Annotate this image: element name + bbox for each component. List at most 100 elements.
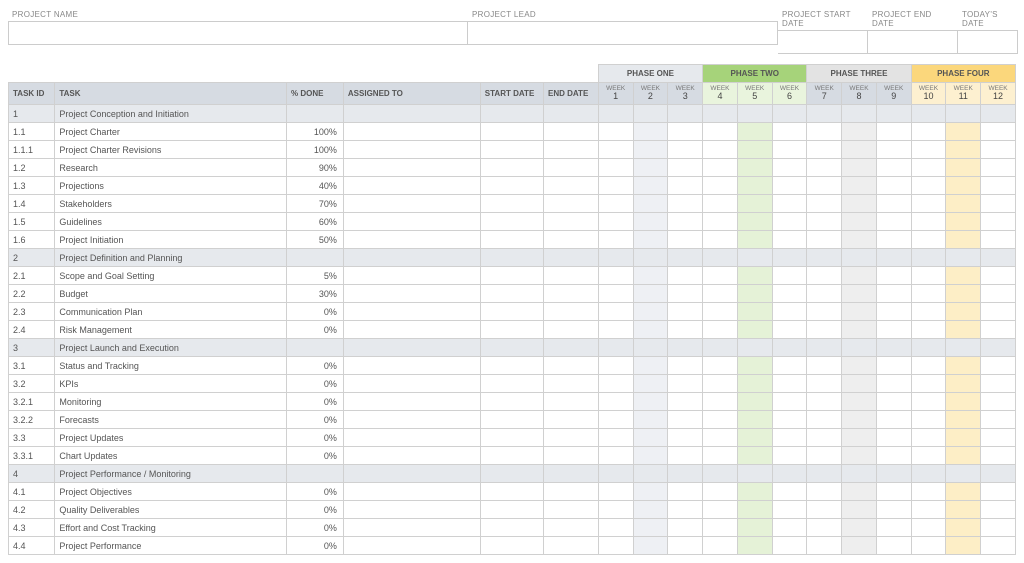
cell-week-7[interactable] bbox=[807, 285, 842, 303]
cell-week-1[interactable] bbox=[598, 483, 633, 501]
cell-start[interactable] bbox=[480, 195, 543, 213]
cell-week-10[interactable] bbox=[911, 411, 946, 429]
cell-week-8[interactable] bbox=[842, 447, 877, 465]
cell-week-4[interactable] bbox=[703, 285, 738, 303]
cell-assigned[interactable] bbox=[343, 375, 480, 393]
cell-week-12[interactable] bbox=[981, 519, 1016, 537]
cell-week-10[interactable] bbox=[911, 465, 946, 483]
cell-task-id[interactable]: 4.4 bbox=[9, 537, 55, 555]
cell-assigned[interactable] bbox=[343, 249, 480, 267]
cell-week-3[interactable] bbox=[668, 501, 703, 519]
cell-week-1[interactable] bbox=[598, 177, 633, 195]
cell-end[interactable] bbox=[543, 537, 598, 555]
cell-week-2[interactable] bbox=[633, 177, 668, 195]
cell-week-9[interactable] bbox=[876, 123, 911, 141]
cell-week-8[interactable] bbox=[842, 393, 877, 411]
cell-task-id[interactable]: 3.3.1 bbox=[9, 447, 55, 465]
cell-week-6[interactable] bbox=[772, 321, 807, 339]
cell-week-4[interactable] bbox=[703, 321, 738, 339]
cell-week-12[interactable] bbox=[981, 123, 1016, 141]
cell-week-10[interactable] bbox=[911, 195, 946, 213]
cell-week-11[interactable] bbox=[946, 447, 981, 465]
cell-week-9[interactable] bbox=[876, 213, 911, 231]
cell-week-2[interactable] bbox=[633, 447, 668, 465]
cell-week-4[interactable] bbox=[703, 483, 738, 501]
cell-week-11[interactable] bbox=[946, 375, 981, 393]
cell-week-2[interactable] bbox=[633, 303, 668, 321]
cell-task[interactable]: Effort and Cost Tracking bbox=[55, 519, 287, 537]
cell-week-6[interactable] bbox=[772, 339, 807, 357]
cell-week-5[interactable] bbox=[737, 303, 772, 321]
cell-week-3[interactable] bbox=[668, 429, 703, 447]
cell-week-1[interactable] bbox=[598, 519, 633, 537]
cell-week-9[interactable] bbox=[876, 339, 911, 357]
project-lead-input[interactable] bbox=[468, 21, 778, 45]
cell-start[interactable] bbox=[480, 303, 543, 321]
cell-week-8[interactable] bbox=[842, 357, 877, 375]
cell-start[interactable] bbox=[480, 249, 543, 267]
cell-task-id[interactable]: 1.5 bbox=[9, 213, 55, 231]
cell-week-5[interactable] bbox=[737, 159, 772, 177]
cell-end[interactable] bbox=[543, 105, 598, 123]
cell-week-3[interactable] bbox=[668, 357, 703, 375]
cell-week-1[interactable] bbox=[598, 429, 633, 447]
cell-week-11[interactable] bbox=[946, 357, 981, 375]
cell-week-7[interactable] bbox=[807, 465, 842, 483]
cell-start[interactable] bbox=[480, 465, 543, 483]
cell-week-10[interactable] bbox=[911, 303, 946, 321]
cell-week-7[interactable] bbox=[807, 483, 842, 501]
cell-start[interactable] bbox=[480, 357, 543, 375]
cell-week-3[interactable] bbox=[668, 249, 703, 267]
cell-start[interactable] bbox=[480, 321, 543, 339]
cell-week-12[interactable] bbox=[981, 321, 1016, 339]
cell-assigned[interactable] bbox=[343, 213, 480, 231]
cell-task[interactable]: Project Launch and Execution bbox=[55, 339, 287, 357]
cell-week-10[interactable] bbox=[911, 231, 946, 249]
cell-week-4[interactable] bbox=[703, 393, 738, 411]
cell-week-4[interactable] bbox=[703, 177, 738, 195]
cell-task[interactable]: Scope and Goal Setting bbox=[55, 267, 287, 285]
cell-pct-done[interactable]: 5% bbox=[287, 267, 344, 285]
cell-week-6[interactable] bbox=[772, 231, 807, 249]
cell-end[interactable] bbox=[543, 285, 598, 303]
cell-week-8[interactable] bbox=[842, 249, 877, 267]
cell-week-2[interactable] bbox=[633, 537, 668, 555]
cell-week-4[interactable] bbox=[703, 195, 738, 213]
cell-week-4[interactable] bbox=[703, 465, 738, 483]
cell-week-2[interactable] bbox=[633, 483, 668, 501]
cell-week-10[interactable] bbox=[911, 537, 946, 555]
cell-week-10[interactable] bbox=[911, 483, 946, 501]
cell-week-4[interactable] bbox=[703, 303, 738, 321]
cell-week-2[interactable] bbox=[633, 339, 668, 357]
cell-week-8[interactable] bbox=[842, 285, 877, 303]
cell-week-11[interactable] bbox=[946, 249, 981, 267]
cell-week-11[interactable] bbox=[946, 159, 981, 177]
cell-assigned[interactable] bbox=[343, 465, 480, 483]
cell-week-7[interactable] bbox=[807, 393, 842, 411]
cell-week-12[interactable] bbox=[981, 393, 1016, 411]
cell-task-id[interactable]: 4.2 bbox=[9, 501, 55, 519]
cell-task[interactable]: Project Objectives bbox=[55, 483, 287, 501]
cell-pct-done[interactable] bbox=[287, 339, 344, 357]
cell-week-6[interactable] bbox=[772, 411, 807, 429]
cell-end[interactable] bbox=[543, 141, 598, 159]
cell-week-1[interactable] bbox=[598, 213, 633, 231]
cell-pct-done[interactable] bbox=[287, 105, 344, 123]
cell-week-12[interactable] bbox=[981, 267, 1016, 285]
cell-task-id[interactable]: 2.3 bbox=[9, 303, 55, 321]
cell-start[interactable] bbox=[480, 177, 543, 195]
cell-week-4[interactable] bbox=[703, 519, 738, 537]
cell-start[interactable] bbox=[480, 339, 543, 357]
cell-week-9[interactable] bbox=[876, 537, 911, 555]
cell-week-12[interactable] bbox=[981, 285, 1016, 303]
cell-week-1[interactable] bbox=[598, 303, 633, 321]
cell-week-12[interactable] bbox=[981, 249, 1016, 267]
cell-week-1[interactable] bbox=[598, 465, 633, 483]
cell-week-3[interactable] bbox=[668, 411, 703, 429]
cell-week-4[interactable] bbox=[703, 429, 738, 447]
cell-week-10[interactable] bbox=[911, 177, 946, 195]
cell-week-5[interactable] bbox=[737, 249, 772, 267]
cell-week-11[interactable] bbox=[946, 339, 981, 357]
cell-week-3[interactable] bbox=[668, 339, 703, 357]
cell-end[interactable] bbox=[543, 429, 598, 447]
